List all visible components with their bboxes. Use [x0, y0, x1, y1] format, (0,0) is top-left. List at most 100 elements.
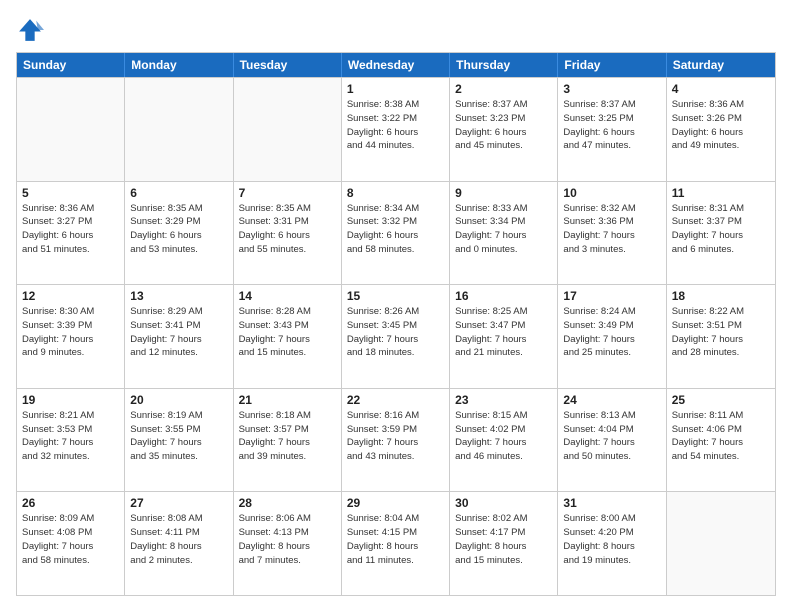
day-info: Sunrise: 8:35 AM Sunset: 3:31 PM Dayligh…: [239, 202, 336, 257]
day-number: 17: [563, 289, 660, 303]
cal-cell: 26 Sunrise: 8:09 AM Sunset: 4:08 PM Dayli…: [17, 492, 125, 595]
cal-cell: 31 Sunrise: 8:00 AM Sunset: 4:20 PM Dayli…: [558, 492, 666, 595]
day-number: 30: [455, 496, 552, 510]
cal-cell: 14 Sunrise: 8:28 AM Sunset: 3:43 PM Dayli…: [234, 285, 342, 388]
week-row-1: 1 Sunrise: 8:38 AM Sunset: 3:22 PM Daylig…: [17, 77, 775, 181]
cal-cell: [125, 78, 233, 181]
calendar-header: SundayMondayTuesdayWednesdayThursdayFrid…: [17, 53, 775, 77]
day-number: 18: [672, 289, 770, 303]
day-info: Sunrise: 8:30 AM Sunset: 3:39 PM Dayligh…: [22, 305, 119, 360]
day-info: Sunrise: 8:38 AM Sunset: 3:22 PM Dayligh…: [347, 98, 444, 153]
day-number: 3: [563, 82, 660, 96]
day-number: 22: [347, 393, 444, 407]
day-number: 19: [22, 393, 119, 407]
weekday-header-wednesday: Wednesday: [342, 53, 450, 77]
cal-cell: 20 Sunrise: 8:19 AM Sunset: 3:55 PM Dayli…: [125, 389, 233, 492]
day-number: 8: [347, 186, 444, 200]
day-number: 13: [130, 289, 227, 303]
cal-cell: 1 Sunrise: 8:38 AM Sunset: 3:22 PM Daylig…: [342, 78, 450, 181]
weekday-header-sunday: Sunday: [17, 53, 125, 77]
day-number: 16: [455, 289, 552, 303]
day-number: 1: [347, 82, 444, 96]
cal-cell: 5 Sunrise: 8:36 AM Sunset: 3:27 PM Daylig…: [17, 182, 125, 285]
day-info: Sunrise: 8:11 AM Sunset: 4:06 PM Dayligh…: [672, 409, 770, 464]
day-info: Sunrise: 8:31 AM Sunset: 3:37 PM Dayligh…: [672, 202, 770, 257]
day-number: 24: [563, 393, 660, 407]
cal-cell: 15Sunrise: 8:26 AM Sunset: 3:45 PM Dayli…: [342, 285, 450, 388]
logo-icon: [16, 16, 44, 44]
cal-cell: 18Sunrise: 8:22 AM Sunset: 3:51 PM Dayli…: [667, 285, 775, 388]
cal-cell: 13 Sunrise: 8:29 AM Sunset: 3:41 PM Dayli…: [125, 285, 233, 388]
day-info: Sunrise: 8:26 AM Sunset: 3:45 PM Dayligh…: [347, 305, 444, 360]
day-number: 26: [22, 496, 119, 510]
day-info: Sunrise: 8:06 AM Sunset: 4:13 PM Dayligh…: [239, 512, 336, 567]
cal-cell: 11 Sunrise: 8:31 AM Sunset: 3:37 PM Dayli…: [667, 182, 775, 285]
day-number: 7: [239, 186, 336, 200]
day-info: Sunrise: 8:02 AM Sunset: 4:17 PM Dayligh…: [455, 512, 552, 567]
day-number: 14: [239, 289, 336, 303]
cal-cell: 27 Sunrise: 8:08 AM Sunset: 4:11 PM Dayli…: [125, 492, 233, 595]
calendar-body: 1 Sunrise: 8:38 AM Sunset: 3:22 PM Daylig…: [17, 77, 775, 595]
week-row-3: 12 Sunrise: 8:30 AM Sunset: 3:39 PM Dayli…: [17, 284, 775, 388]
cal-cell: 6 Sunrise: 8:35 AM Sunset: 3:29 PM Daylig…: [125, 182, 233, 285]
day-info: Sunrise: 8:13 AM Sunset: 4:04 PM Dayligh…: [563, 409, 660, 464]
day-number: 23: [455, 393, 552, 407]
day-info: Sunrise: 8:33 AM Sunset: 3:34 PM Dayligh…: [455, 202, 552, 257]
day-number: 9: [455, 186, 552, 200]
cal-cell: 16 Sunrise: 8:25 AM Sunset: 3:47 PM Dayli…: [450, 285, 558, 388]
day-info: Sunrise: 8:34 AM Sunset: 3:32 PM Dayligh…: [347, 202, 444, 257]
day-info: Sunrise: 8:32 AM Sunset: 3:36 PM Dayligh…: [563, 202, 660, 257]
cal-cell: 8 Sunrise: 8:34 AM Sunset: 3:32 PM Daylig…: [342, 182, 450, 285]
cal-cell: 4Sunrise: 8:36 AM Sunset: 3:26 PM Daylig…: [667, 78, 775, 181]
day-number: 5: [22, 186, 119, 200]
day-info: Sunrise: 8:09 AM Sunset: 4:08 PM Dayligh…: [22, 512, 119, 567]
cal-cell: 17 Sunrise: 8:24 AM Sunset: 3:49 PM Dayli…: [558, 285, 666, 388]
cal-cell: [17, 78, 125, 181]
day-info: Sunrise: 8:08 AM Sunset: 4:11 PM Dayligh…: [130, 512, 227, 567]
calendar: SundayMondayTuesdayWednesdayThursdayFrid…: [16, 52, 776, 596]
day-info: Sunrise: 8:37 AM Sunset: 3:23 PM Dayligh…: [455, 98, 552, 153]
day-info: Sunrise: 8:21 AM Sunset: 3:53 PM Dayligh…: [22, 409, 119, 464]
logo: [16, 16, 48, 44]
week-row-5: 26 Sunrise: 8:09 AM Sunset: 4:08 PM Dayli…: [17, 491, 775, 595]
weekday-header-tuesday: Tuesday: [234, 53, 342, 77]
day-number: 28: [239, 496, 336, 510]
day-info: Sunrise: 8:00 AM Sunset: 4:20 PM Dayligh…: [563, 512, 660, 567]
cal-cell: 3Sunrise: 8:37 AM Sunset: 3:25 PM Daylig…: [558, 78, 666, 181]
cal-cell: 12 Sunrise: 8:30 AM Sunset: 3:39 PM Dayli…: [17, 285, 125, 388]
week-row-4: 19 Sunrise: 8:21 AM Sunset: 3:53 PM Dayli…: [17, 388, 775, 492]
day-info: Sunrise: 8:36 AM Sunset: 3:27 PM Dayligh…: [22, 202, 119, 257]
day-info: Sunrise: 8:25 AM Sunset: 3:47 PM Dayligh…: [455, 305, 552, 360]
cal-cell: 25 Sunrise: 8:11 AM Sunset: 4:06 PM Dayli…: [667, 389, 775, 492]
cal-cell: 10Sunrise: 8:32 AM Sunset: 3:36 PM Dayli…: [558, 182, 666, 285]
cal-cell: 7 Sunrise: 8:35 AM Sunset: 3:31 PM Daylig…: [234, 182, 342, 285]
day-info: Sunrise: 8:28 AM Sunset: 3:43 PM Dayligh…: [239, 305, 336, 360]
day-info: Sunrise: 8:29 AM Sunset: 3:41 PM Dayligh…: [130, 305, 227, 360]
day-number: 25: [672, 393, 770, 407]
day-number: 11: [672, 186, 770, 200]
day-number: 21: [239, 393, 336, 407]
day-info: Sunrise: 8:35 AM Sunset: 3:29 PM Dayligh…: [130, 202, 227, 257]
cal-cell: 19 Sunrise: 8:21 AM Sunset: 3:53 PM Dayli…: [17, 389, 125, 492]
cal-cell: 28 Sunrise: 8:06 AM Sunset: 4:13 PM Dayli…: [234, 492, 342, 595]
day-info: Sunrise: 8:24 AM Sunset: 3:49 PM Dayligh…: [563, 305, 660, 360]
cal-cell: 21Sunrise: 8:18 AM Sunset: 3:57 PM Dayli…: [234, 389, 342, 492]
day-number: 27: [130, 496, 227, 510]
weekday-header-friday: Friday: [558, 53, 666, 77]
day-number: 29: [347, 496, 444, 510]
day-info: Sunrise: 8:04 AM Sunset: 4:15 PM Dayligh…: [347, 512, 444, 567]
day-info: Sunrise: 8:16 AM Sunset: 3:59 PM Dayligh…: [347, 409, 444, 464]
day-number: 4: [672, 82, 770, 96]
day-number: 20: [130, 393, 227, 407]
cal-cell: 2 Sunrise: 8:37 AM Sunset: 3:23 PM Daylig…: [450, 78, 558, 181]
day-info: Sunrise: 8:19 AM Sunset: 3:55 PM Dayligh…: [130, 409, 227, 464]
cal-cell: 30 Sunrise: 8:02 AM Sunset: 4:17 PM Dayli…: [450, 492, 558, 595]
cal-cell: 24 Sunrise: 8:13 AM Sunset: 4:04 PM Dayli…: [558, 389, 666, 492]
day-number: 12: [22, 289, 119, 303]
day-number: 2: [455, 82, 552, 96]
cal-cell: 23Sunrise: 8:15 AM Sunset: 4:02 PM Dayli…: [450, 389, 558, 492]
day-number: 31: [563, 496, 660, 510]
weekday-header-thursday: Thursday: [450, 53, 558, 77]
day-number: 6: [130, 186, 227, 200]
weekday-header-monday: Monday: [125, 53, 233, 77]
